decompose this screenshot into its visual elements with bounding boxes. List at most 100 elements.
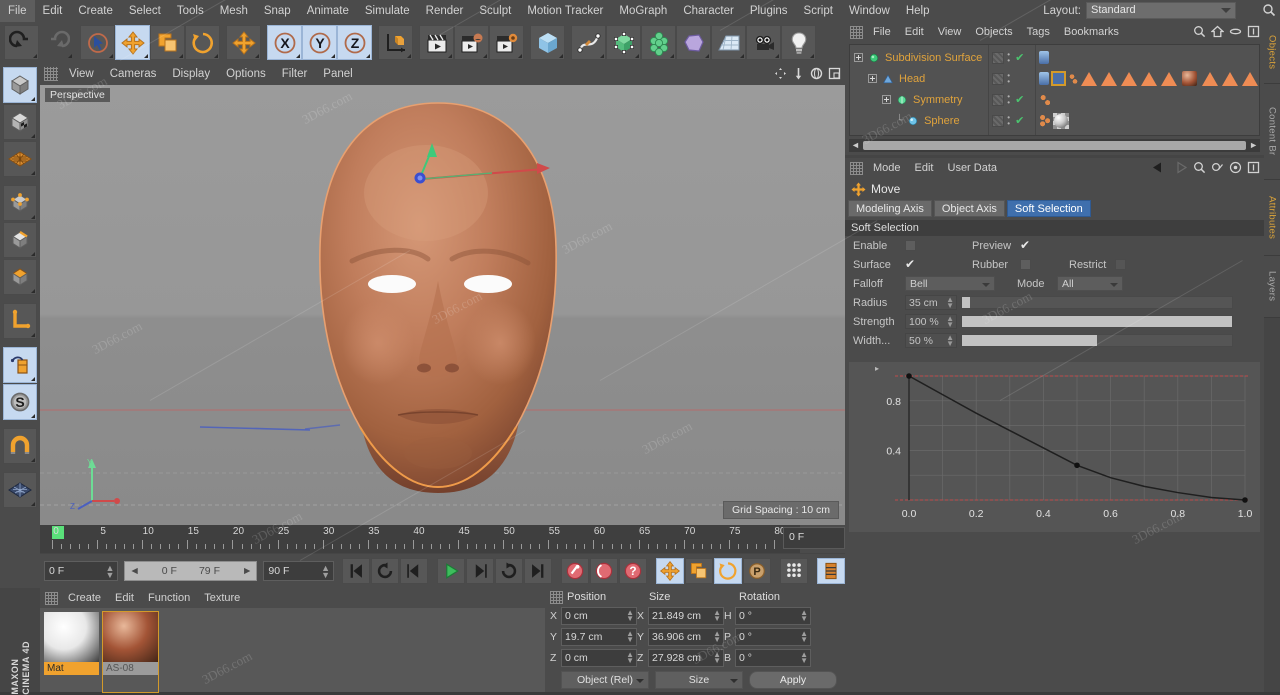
record-points-button[interactable] (780, 558, 808, 584)
record-position-button[interactable] (656, 558, 684, 584)
panel-grip-icon[interactable] (44, 67, 58, 81)
viewport-menu-panel[interactable]: Panel (315, 63, 360, 85)
deformer-button[interactable] (676, 25, 711, 60)
back-arrow-icon[interactable] (1151, 161, 1167, 174)
spinner-icon[interactable]: ▲▼ (626, 652, 634, 664)
point-mode-button[interactable] (3, 185, 37, 221)
undo-button[interactable] (4, 25, 39, 60)
radius-slider[interactable] (961, 296, 1233, 309)
menu-mesh[interactable]: Mesh (212, 0, 256, 22)
expander-icon[interactable] (868, 74, 877, 83)
editor-render-dots[interactable]: •• (1007, 52, 1010, 64)
scroll-left-icon[interactable]: ◄ (851, 140, 860, 150)
spinner-icon[interactable]: ▲▼ (626, 631, 634, 643)
selection-tag-triangle[interactable] (1202, 72, 1218, 86)
timeline-ruler[interactable]: 05101520253035404550556065707580 (40, 525, 800, 553)
object-menu-tags[interactable]: Tags (1020, 22, 1057, 42)
model-mode-button[interactable] (3, 67, 37, 103)
axis-mode-button[interactable] (3, 303, 37, 339)
surface-checkbox[interactable]: ✔ (905, 259, 918, 270)
selection-tag-triangle[interactable] (1161, 72, 1177, 86)
material-menu-create[interactable]: Create (61, 588, 108, 608)
panel-grip-icon[interactable] (850, 162, 863, 175)
visibility-toggle[interactable] (992, 52, 1004, 64)
record-pla-button[interactable]: P (743, 558, 771, 584)
curve-control-point[interactable] (906, 373, 912, 379)
lock-z-axis-button[interactable]: Z (337, 25, 372, 60)
texture-mode-button[interactable] (3, 104, 37, 140)
target-icon[interactable] (1229, 161, 1242, 174)
position-y-field[interactable]: 19.7 cm▲▼ (561, 628, 637, 646)
scrollbar-thumb[interactable] (863, 141, 1246, 150)
rubber-checkbox[interactable] (1020, 259, 1031, 270)
attribute-menu-user-data[interactable]: User Data (941, 158, 1005, 178)
spinner-icon[interactable]: ▲▼ (713, 610, 721, 622)
selection-tag-triangle[interactable] (1242, 72, 1258, 86)
visibility-toggle[interactable] (992, 94, 1004, 106)
lock-x-axis-button[interactable]: X (267, 25, 302, 60)
object-visibility-columns[interactable]: ••✔••••✔••✔ (988, 45, 1035, 135)
object-tree[interactable]: Subdivision SurfaceHeadSymmetry└Sphere (850, 45, 988, 135)
spinner-icon[interactable]: ▲▼ (321, 565, 330, 579)
record-keyframe-button[interactable] (561, 558, 589, 584)
object-manager-scrollbar[interactable]: ◄ ► (849, 139, 1260, 152)
range-next-icon[interactable]: ► (242, 565, 252, 577)
object-tag-row[interactable] (1036, 47, 1259, 68)
autokey-button[interactable] (590, 558, 618, 584)
search-icon[interactable] (1193, 161, 1206, 174)
step-forward-button[interactable] (466, 558, 494, 584)
menu-motion-tracker[interactable]: Motion Tracker (519, 0, 611, 22)
dolly-icon[interactable] (792, 67, 805, 80)
coord-system-dropdown[interactable]: Object (Rel) (561, 671, 649, 689)
current-frame-field[interactable]: 0 F ▲▼ (44, 561, 118, 581)
menu-window[interactable]: Window (841, 0, 898, 22)
rotation-p-field[interactable]: 0 °▲▼ (735, 628, 811, 646)
pan-icon[interactable] (774, 67, 787, 80)
object-visibility-row[interactable]: ••✔ (989, 110, 1035, 131)
loop-button[interactable] (495, 558, 523, 584)
object-menu-view[interactable]: View (931, 22, 969, 42)
keyframe-dopesheet-button[interactable] (817, 558, 845, 584)
curve-expander-icon[interactable]: ▸ (875, 364, 879, 373)
mode-dropdown[interactable]: All (1057, 276, 1123, 291)
selection-tag-triangle[interactable] (1101, 72, 1117, 86)
menu-script[interactable]: Script (796, 0, 841, 22)
expand-icon[interactable] (1247, 161, 1260, 174)
material-chip[interactable]: AS-08 (103, 612, 158, 692)
selection-tag-triangle[interactable] (1222, 72, 1238, 86)
edge-mode-button[interactable] (3, 222, 37, 258)
keyframe-selection-button[interactable]: ? (619, 558, 647, 584)
magnet-tool-button[interactable] (3, 428, 37, 464)
dock-tab-layers[interactable]: Layers (1264, 256, 1280, 318)
selection-tag-icon[interactable] (1051, 71, 1066, 86)
range-prev-icon[interactable]: ◄ (129, 565, 139, 577)
object-tag-row[interactable] (1036, 89, 1259, 110)
object-tree-row[interactable]: Symmetry (850, 89, 988, 110)
attribute-menu-edit[interactable]: Edit (908, 158, 941, 178)
panel-grip-icon[interactable] (850, 26, 863, 39)
panel-grip-icon[interactable] (550, 591, 563, 604)
object-visibility-row[interactable]: •• (989, 68, 1035, 89)
material-tag-icon[interactable] (1182, 71, 1197, 86)
enabled-check-icon[interactable]: ✔ (1015, 114, 1024, 127)
maximize-icon[interactable] (828, 67, 841, 80)
falloff-curve-svg[interactable]: 0.00.20.40.60.81.00.40.8 (849, 362, 1260, 532)
rotate-tool-button[interactable] (185, 25, 220, 60)
strength-slider[interactable] (961, 315, 1233, 328)
phong-tag-icon[interactable] (1039, 72, 1049, 85)
viewport-menu-view[interactable]: View (61, 63, 102, 85)
spinner-icon[interactable]: ▲▼ (946, 335, 954, 347)
spinner-icon[interactable]: ▲▼ (800, 610, 808, 622)
spinner-icon[interactable]: ▲▼ (713, 652, 721, 664)
lock-y-axis-button[interactable]: Y (302, 25, 337, 60)
selection-tag-triangle[interactable] (1141, 72, 1157, 86)
menu-edit[interactable]: Edit (35, 0, 71, 22)
add-cube-button[interactable] (530, 25, 565, 60)
polygon-mode-button[interactable] (3, 259, 37, 295)
material-menu-texture[interactable]: Texture (197, 588, 247, 608)
minimize-icon[interactable] (1229, 25, 1242, 38)
viewport-menu-cameras[interactable]: Cameras (102, 63, 165, 85)
move-gizmo[interactable] (40, 85, 845, 525)
nurbs-button[interactable] (606, 25, 641, 60)
menu-sculpt[interactable]: Sculpt (471, 0, 519, 22)
